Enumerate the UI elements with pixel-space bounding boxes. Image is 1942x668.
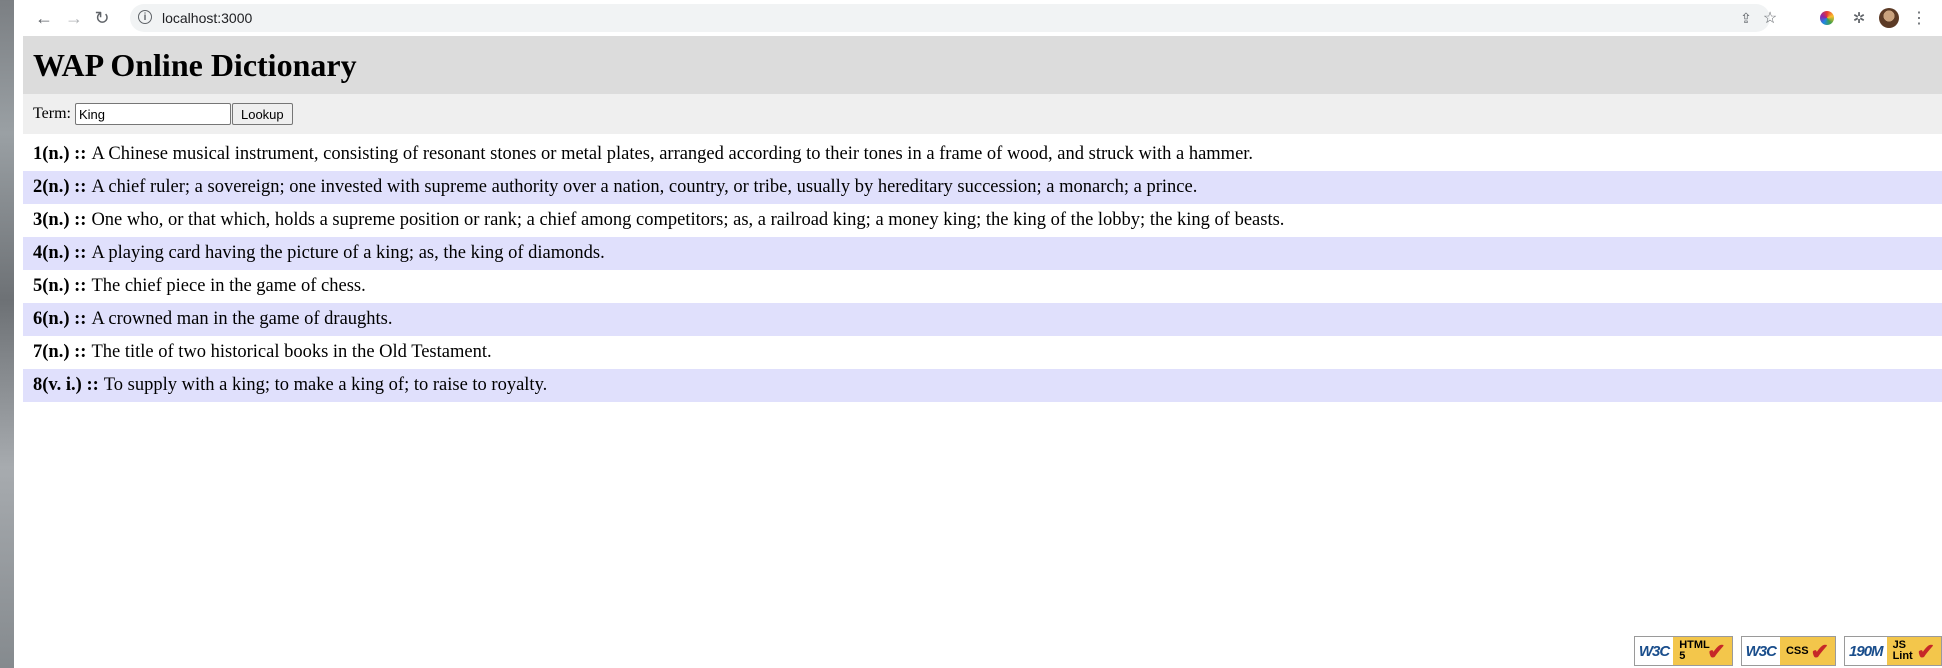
- desktop-wallpaper-strip: [0, 0, 14, 668]
- page-content: WAP Online Dictionary Term: Lookup 1(n.)…: [23, 36, 1942, 668]
- w3c-logo: W3C: [1634, 637, 1674, 665]
- definition-head: 1(n.) ::: [33, 144, 87, 164]
- definition-row: 7(n.) :: The title of two historical boo…: [23, 336, 1942, 369]
- w3c-logo: W3C: [1741, 637, 1780, 665]
- badge-tag: HTML 5 ✔: [1673, 637, 1732, 665]
- page-title: WAP Online Dictionary: [33, 46, 357, 83]
- definition-text: A chief ruler; a sovereign; one invested…: [91, 177, 1198, 197]
- badge-tag: CSS ✔: [1779, 637, 1836, 665]
- page-header: WAP Online Dictionary: [23, 36, 1942, 94]
- definition-head: 3(n.) ::: [33, 210, 87, 230]
- profile-avatar[interactable]: [1878, 7, 1900, 29]
- badge-tag: JS Lint ✔: [1886, 637, 1941, 665]
- definition-text: A Chinese musical instrument, consisting…: [91, 144, 1254, 164]
- checkmark-icon: ✔: [1707, 638, 1726, 664]
- share-icon[interactable]: ⇪: [1736, 8, 1756, 28]
- definition-row: 6(n.) :: A crowned man in the game of dr…: [23, 303, 1942, 336]
- validation-badges: W3C HTML 5 ✔ W3C CSS ✔ 190M JS Lint ✔: [1633, 636, 1942, 666]
- checkmark-icon: ✔: [1916, 638, 1935, 664]
- definition-text: The title of two historical books in the…: [91, 342, 492, 362]
- definition-row: 2(n.) :: A chief ruler; a sovereign; one…: [23, 171, 1942, 204]
- search-form: Term: Lookup: [23, 94, 1942, 134]
- definition-row: 4(n.) :: A playing card having the pictu…: [23, 237, 1942, 270]
- definition-text: The chief piece in the game of chess.: [91, 276, 366, 296]
- css-validator-badge[interactable]: W3C CSS ✔: [1740, 636, 1837, 666]
- browser-toolbar: ← → ↻ i localhost:3000 ⇪ ☆ ✲ ⋮: [14, 0, 1942, 36]
- definition-row: 1(n.) :: A Chinese musical instrument, c…: [23, 138, 1942, 171]
- definition-head: 2(n.) ::: [33, 177, 87, 197]
- definition-head: 4(n.) ::: [33, 243, 87, 263]
- address-url[interactable]: localhost:3000: [162, 10, 252, 26]
- definition-head: 7(n.) ::: [33, 342, 87, 362]
- definition-text: A playing card having the picture of a k…: [91, 243, 605, 263]
- definition-head: 5(n.) ::: [33, 276, 87, 296]
- extensions-puzzle-icon[interactable]: ✲: [1848, 7, 1870, 29]
- definition-list: 1(n.) :: A Chinese musical instrument, c…: [23, 138, 1942, 402]
- back-arrow-icon[interactable]: ←: [32, 6, 56, 30]
- menu-kebab-icon[interactable]: ⋮: [1908, 7, 1930, 29]
- address-bar[interactable]: i localhost:3000 ⇪ ☆: [130, 4, 1777, 32]
- jslint-logo: 190M: [1845, 637, 1887, 665]
- jslint-badge[interactable]: 190M JS Lint ✔: [1844, 636, 1942, 666]
- definition-row: 3(n.) :: One who, or that which, holds a…: [23, 204, 1942, 237]
- reload-icon[interactable]: ↻: [90, 6, 114, 30]
- definition-text: One who, or that which, holds a supreme …: [91, 210, 1285, 230]
- checkmark-icon: ✔: [1810, 638, 1830, 664]
- definition-head: 8(v. i.) ::: [33, 375, 99, 395]
- definition-text: To supply with a king; to make a king of…: [103, 375, 548, 395]
- term-label: Term:: [33, 105, 71, 122]
- bookmark-star-icon[interactable]: ☆: [1760, 8, 1780, 28]
- definition-row: 5(n.) :: The chief piece in the game of …: [23, 270, 1942, 303]
- html5-validator-badge[interactable]: W3C HTML 5 ✔: [1633, 636, 1733, 666]
- definition-head: 6(n.) ::: [33, 309, 87, 329]
- definition-row: 8(v. i.) :: To supply with a king; to ma…: [23, 369, 1942, 402]
- definition-text: A crowned man in the game of draughts.: [91, 309, 393, 329]
- site-info-icon[interactable]: i: [138, 10, 152, 24]
- forward-arrow-icon[interactable]: →: [62, 6, 86, 30]
- lookup-button[interactable]: Lookup: [231, 103, 293, 125]
- color-extension-icon[interactable]: [1816, 7, 1838, 29]
- term-input[interactable]: [74, 103, 231, 125]
